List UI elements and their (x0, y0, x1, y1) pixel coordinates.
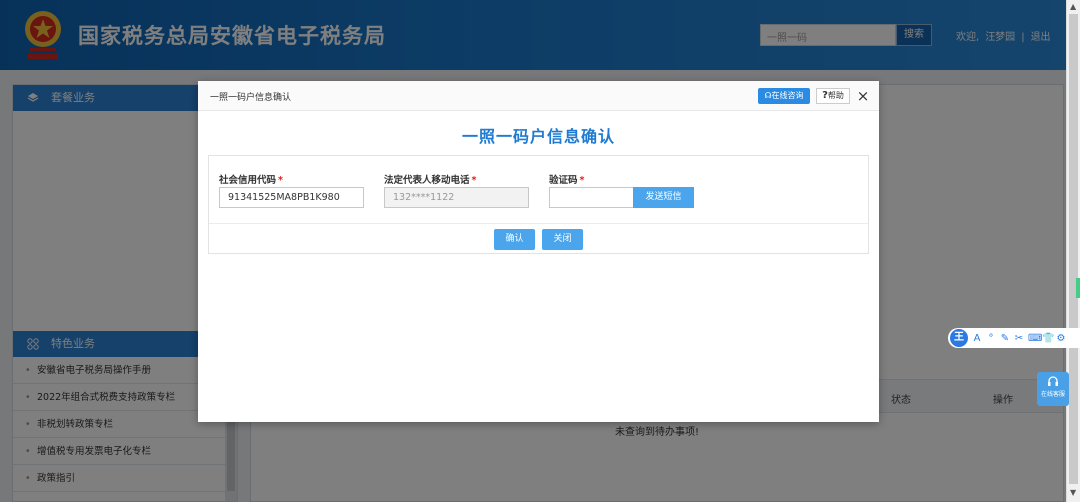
online-service-button[interactable]: 在线客服 (1037, 372, 1069, 406)
send-sms-button[interactable]: 发送短信 (633, 187, 694, 208)
floating-toolbar: 王 A ° ✎ ✂ ⌨ 👕 ⚙ (948, 328, 1080, 348)
close-button[interactable]: 关闭 (542, 229, 583, 250)
online-consult-button[interactable]: ☊在线咨询 (758, 88, 810, 104)
side-indicator (1076, 278, 1080, 298)
required-mark: * (579, 175, 585, 186)
keyboard-icon[interactable]: ⌨ (1028, 333, 1042, 344)
headset-icon: ☊ (764, 91, 772, 100)
form-fields-row: 社会信用代码 * 91341525MA8PB1K980 法定代表人移动电话 * 13… (209, 156, 868, 224)
scroll-up-icon[interactable]: ▲ (1070, 2, 1076, 11)
toolbar-main-icon[interactable]: 王 (950, 329, 968, 347)
phone-input: 132****1122 (384, 187, 529, 208)
font-icon[interactable]: A (972, 333, 982, 344)
dialog-title: 一照一码户信息确认 (210, 93, 292, 103)
page-scrollbar[interactable]: ▲ ▼ (1066, 0, 1080, 502)
verify-code-label: 验证码 * (549, 175, 585, 186)
scroll-down-icon[interactable]: ▼ (1070, 488, 1076, 497)
page-scroll-thumb[interactable] (1069, 14, 1078, 484)
gear-icon[interactable]: ⚙ (1056, 333, 1066, 344)
confirm-button[interactable]: 确认 (494, 229, 535, 250)
online-consult-label: 在线咨询 (771, 91, 804, 100)
credit-code-input[interactable]: 91341525MA8PB1K980 (219, 187, 364, 208)
verify-code-input[interactable] (549, 187, 634, 208)
phone-label: 法定代表人移动电话 * (384, 175, 477, 186)
scissors-icon[interactable]: ✂ (1014, 333, 1024, 344)
info-confirm-dialog: 一照一码户信息确认 ☊在线咨询 ?帮助 × 一照一码户信息确认 社会信用代码 * … (198, 81, 879, 422)
online-service-label: 在线客服 (1040, 391, 1065, 398)
dot-icon[interactable]: ° (986, 333, 996, 344)
dialog-heading: 一照一码户信息确认 (461, 127, 615, 146)
confirm-form: 社会信用代码 * 91341525MA8PB1K980 法定代表人移动电话 * 13… (208, 155, 869, 254)
required-mark: * (471, 175, 477, 186)
dialog-titlebar: 一照一码户信息确认 ☊在线咨询 ?帮助 × (198, 81, 879, 111)
help-button[interactable]: ?帮助 (816, 88, 850, 104)
close-icon[interactable]: × (856, 87, 870, 105)
shirt-icon[interactable]: 👕 (1042, 333, 1054, 344)
pen-icon[interactable]: ✎ (1000, 333, 1010, 344)
headset-icon (1048, 376, 1058, 386)
required-mark: * (278, 175, 283, 186)
help-label: 帮助 (827, 91, 844, 100)
credit-code-label: 社会信用代码 * (219, 175, 283, 186)
